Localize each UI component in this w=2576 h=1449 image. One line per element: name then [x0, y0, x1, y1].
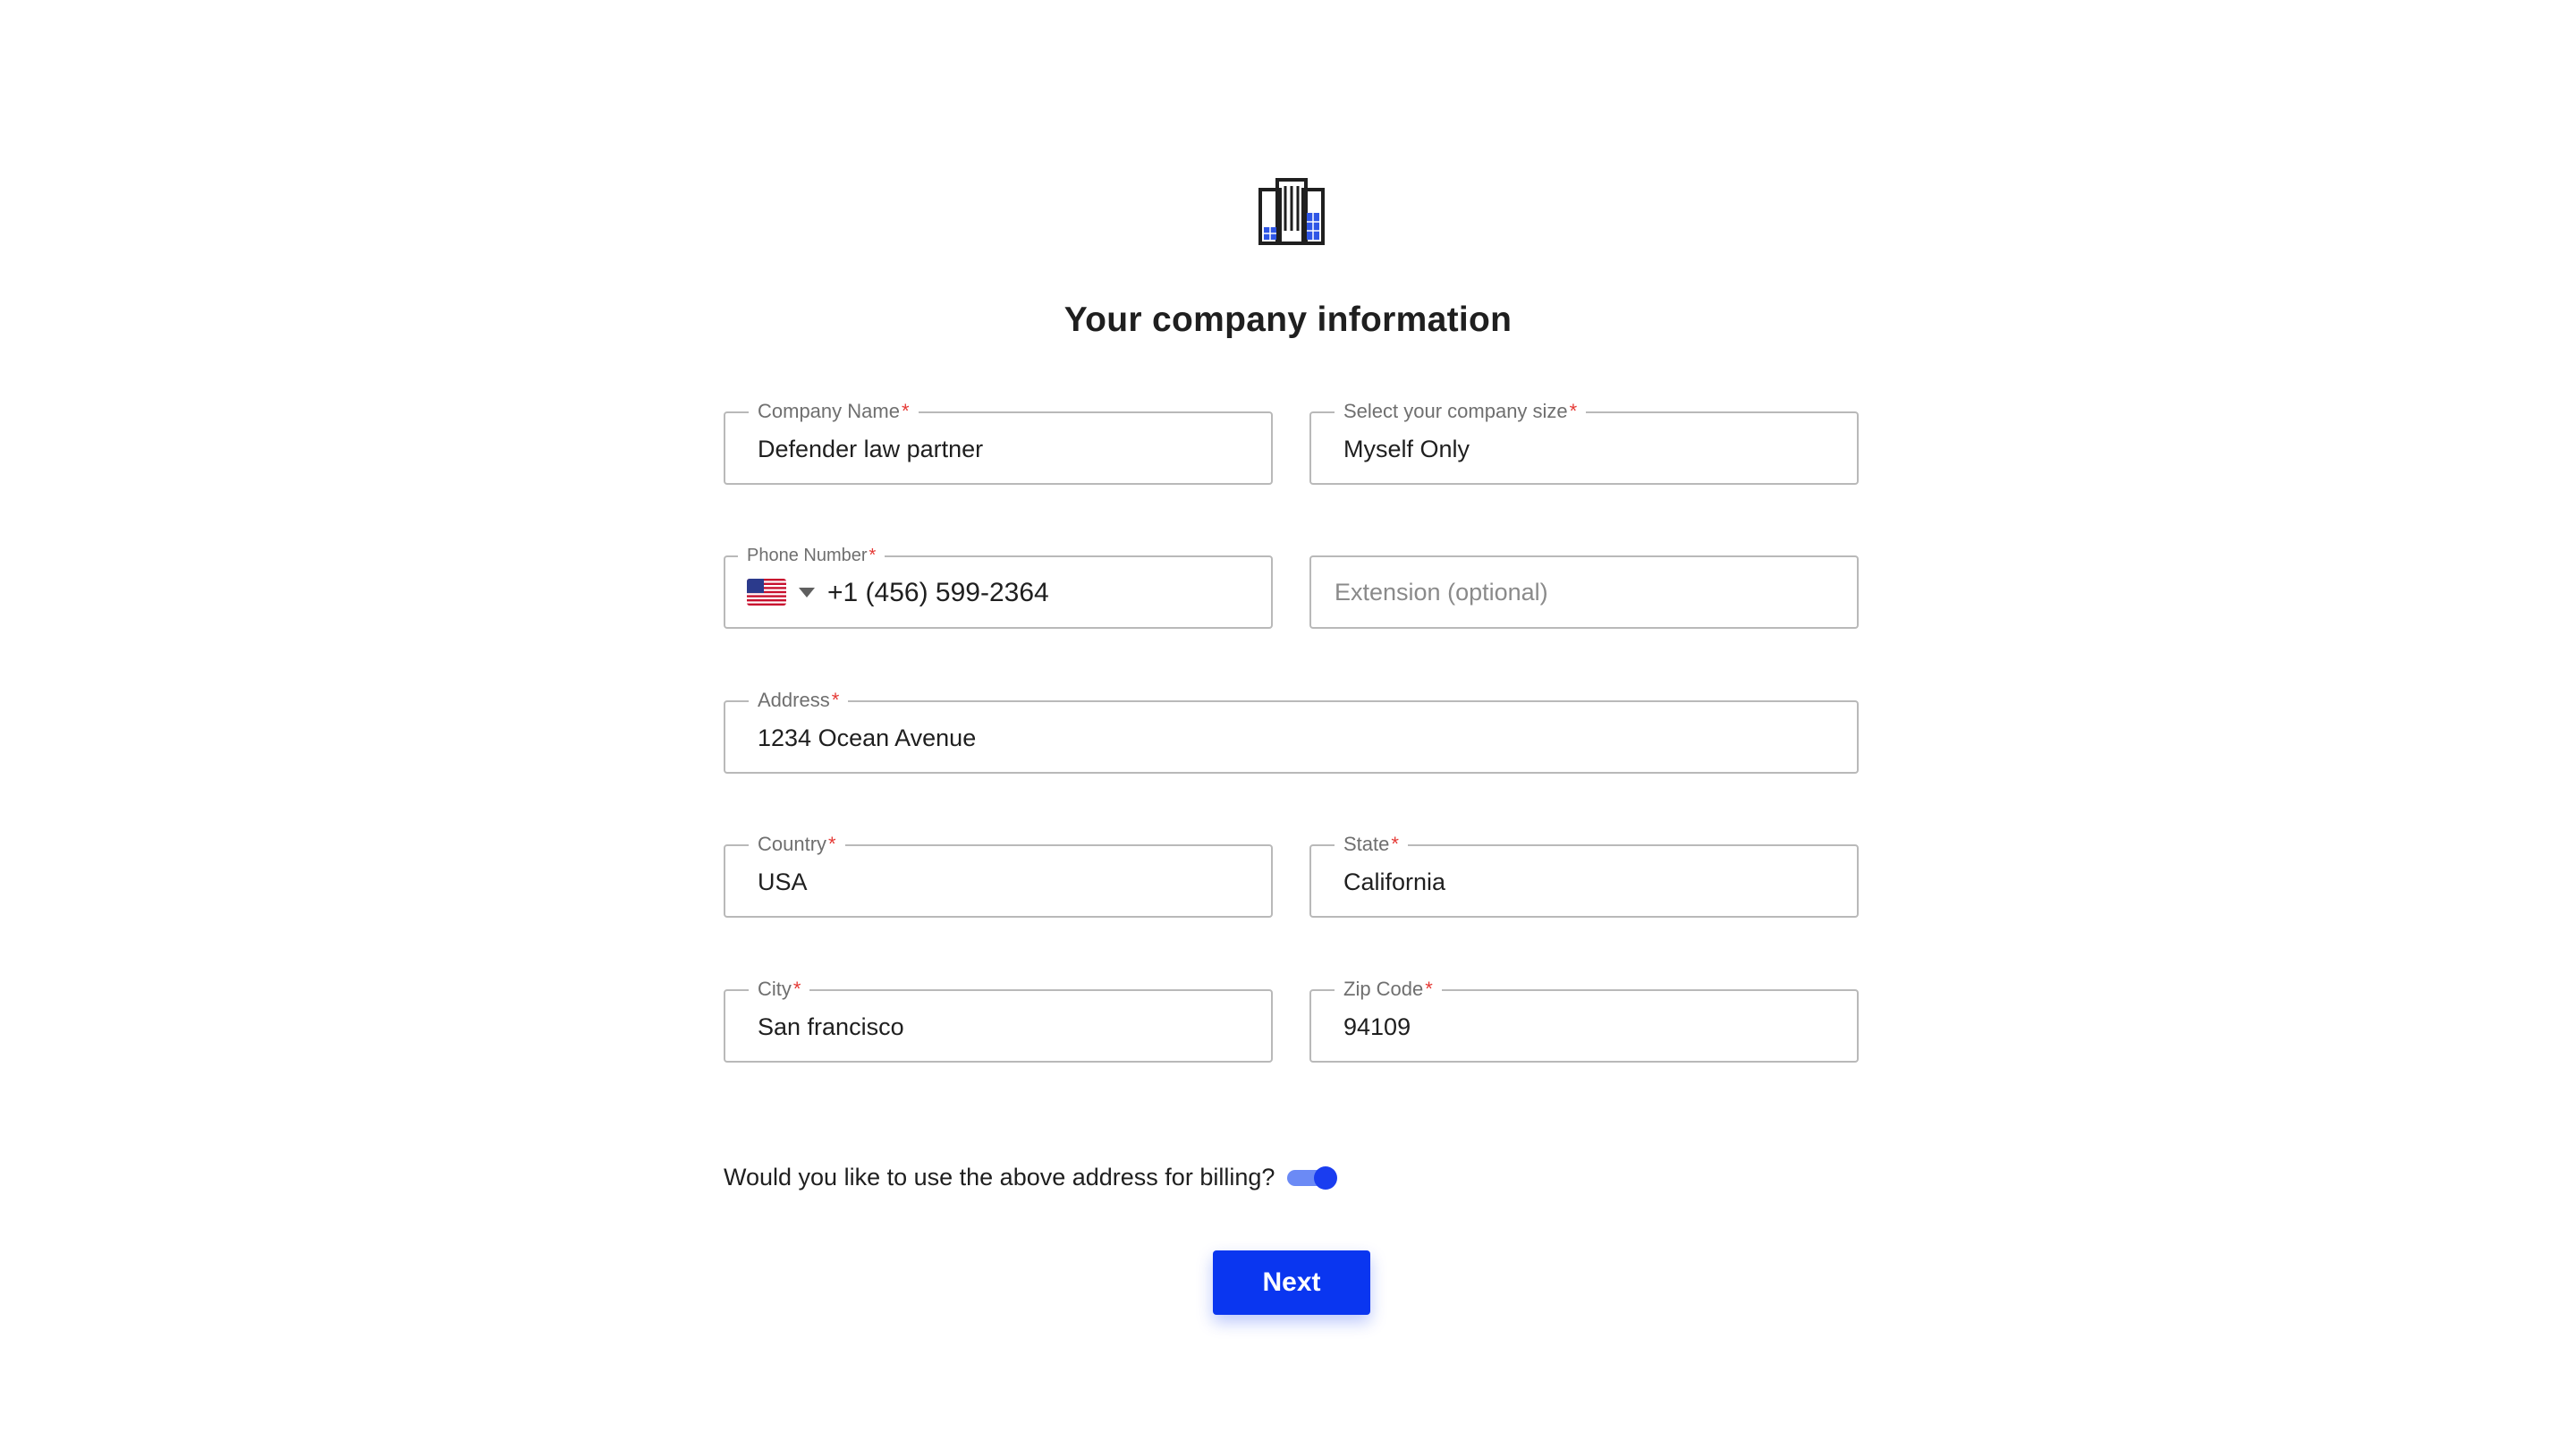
address-value: 1234 Ocean Avenue [758, 724, 977, 751]
country-field[interactable]: Country* USA [724, 834, 1273, 918]
toggle-knob [1314, 1166, 1338, 1190]
us-flag-icon[interactable] [747, 579, 786, 606]
next-button[interactable]: Next [1213, 1250, 1370, 1315]
country-value: USA [758, 869, 808, 895]
company-info-page: Your company information Company Name* D… [0, 0, 2576, 1449]
zip-code-field[interactable]: Zip Code* 94109 [1309, 979, 1859, 1063]
chevron-down-icon[interactable] [799, 588, 815, 597]
page-title: Your company information [1063, 301, 1513, 339]
billing-address-option: Would you like to use the above address … [724, 1159, 1338, 1195]
zip-code-value: 94109 [1343, 1013, 1411, 1040]
billing-toggle[interactable] [1287, 1165, 1338, 1190]
company-size-select[interactable]: Select your company size* Myself Only [1309, 401, 1859, 485]
state-field[interactable]: State* California [1309, 834, 1859, 918]
state-value: California [1343, 869, 1446, 895]
address-field[interactable]: Address* 1234 Ocean Avenue [724, 690, 1859, 774]
phone-number-value: +1 (456) 599-2364 [827, 578, 1049, 607]
building-icon [1258, 178, 1325, 245]
company-size-value: Myself Only [1343, 436, 1470, 462]
phone-number-field[interactable]: Phone Number * +1 (456) 599-2364 [724, 545, 1273, 629]
city-value: San francisco [758, 1013, 904, 1040]
extension-placeholder: Extension (optional) [1335, 579, 1548, 606]
extension-field[interactable]: Extension (optional) [1309, 555, 1859, 629]
company-name-value: Defender law partner [758, 436, 984, 462]
company-name-field[interactable]: Company Name* Defender law partner [724, 401, 1273, 485]
city-field[interactable]: City* San francisco [724, 979, 1273, 1063]
billing-question: Would you like to use the above address … [724, 1163, 1275, 1191]
